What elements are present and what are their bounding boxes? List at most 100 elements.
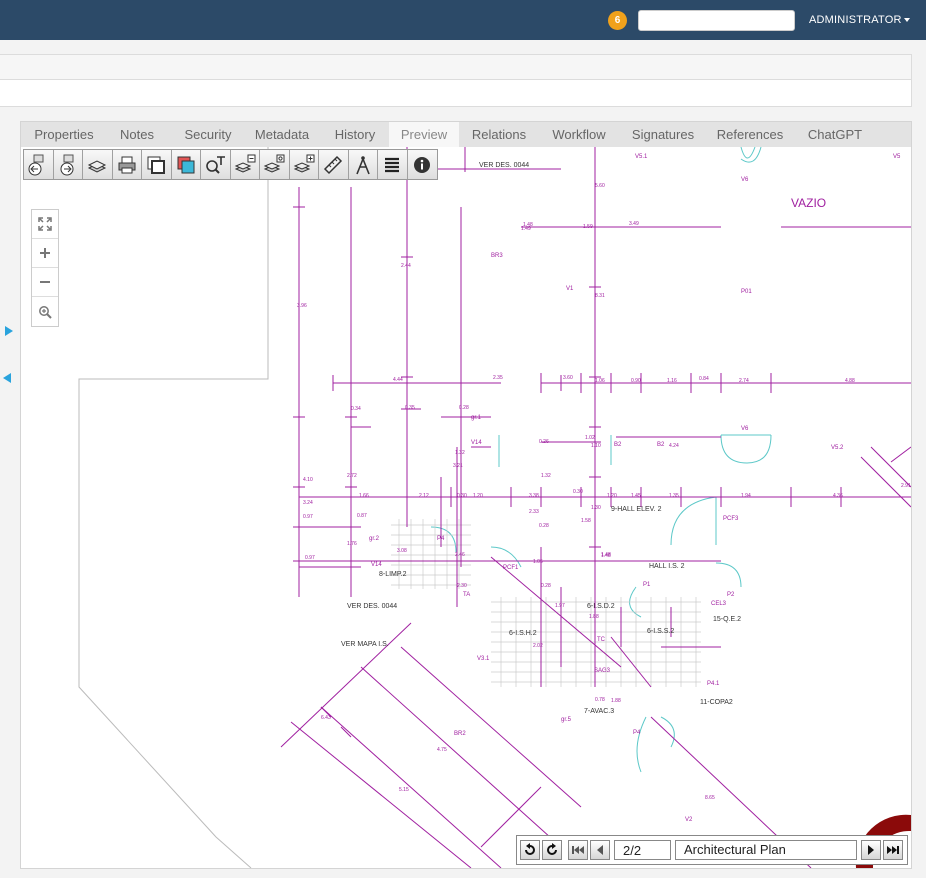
ruler-icon — [324, 155, 343, 174]
label-v6: V6 — [741, 426, 749, 432]
dim-label: 2.91 — [901, 483, 911, 489]
tab-properties[interactable]: Properties — [25, 122, 103, 147]
next-document-button[interactable] — [53, 150, 83, 179]
label-ta: TA — [463, 592, 470, 598]
label-b2-b: B2 — [657, 442, 665, 448]
tab-metadata[interactable]: Metadata — [247, 122, 317, 147]
dim-label: 3.21 — [453, 463, 463, 469]
text-search-button[interactable] — [201, 150, 231, 179]
label-v5: V5 — [893, 154, 901, 160]
dim-label: 3.49 — [629, 221, 639, 227]
notification-badge[interactable]: 6 — [608, 11, 627, 30]
measure-button[interactable] — [319, 150, 349, 179]
overlay-button[interactable] — [171, 150, 201, 179]
tab-signatures[interactable]: Signatures — [625, 122, 701, 147]
preview-viewer[interactable]: VAZIO VER DES. 0044 V5.1 V5 V6 BR3 V1 P0… — [21, 147, 911, 868]
label-tc: TC — [597, 637, 606, 643]
label-vazio: VAZIO — [791, 196, 826, 210]
layers-button[interactable] — [83, 150, 113, 179]
dim-label: 1.32 — [455, 450, 465, 456]
remove-layer-button[interactable] — [230, 150, 260, 179]
rotate-left-button[interactable] — [520, 840, 540, 860]
layer-settings-button[interactable] — [260, 150, 290, 179]
dim-label: 1.35 — [669, 493, 679, 499]
last-page-button[interactable] — [883, 840, 903, 860]
first-page-button[interactable] — [568, 840, 588, 860]
prev-document-button[interactable] — [24, 150, 54, 179]
dim-label: 1.16 — [667, 378, 677, 384]
tab-history[interactable]: History — [323, 122, 387, 147]
info-button[interactable] — [407, 150, 437, 179]
rotate-right-button[interactable] — [542, 840, 562, 860]
document-title-bar — [0, 80, 912, 107]
tab-preview[interactable]: Preview — [389, 122, 459, 147]
document-selector[interactable]: Architectural Plan — [675, 840, 857, 860]
dim-label: 4.24 — [669, 443, 679, 449]
layers-icon — [88, 159, 107, 173]
next-page-icon — [868, 845, 874, 855]
label-v1: V1 — [566, 286, 574, 292]
dim-label: 0.84 — [699, 376, 709, 382]
label-v3-1: V3.1 — [477, 656, 490, 662]
tab-notes[interactable]: Notes — [109, 122, 165, 147]
dim-label: 0.30 — [573, 489, 583, 495]
dim-label: 1.48 — [601, 552, 611, 558]
zoom-reset-button[interactable] — [32, 297, 58, 326]
zoom-out-button[interactable] — [32, 268, 58, 297]
dim-label: 1.88 — [611, 698, 621, 704]
tab-bar: Properties Notes Security Metadata Histo… — [21, 122, 911, 147]
dim-label: 8.31 — [595, 293, 605, 299]
tab-references[interactable]: References — [711, 122, 789, 147]
dim-label: 0.28 — [539, 523, 549, 529]
label-b2-a: B2 — [614, 442, 622, 448]
zoom-in-button[interactable] — [32, 239, 58, 268]
print-button[interactable] — [112, 150, 142, 179]
dim-label: 2.46 — [455, 552, 465, 558]
dim-label: 1.97 — [555, 603, 565, 609]
add-layer-button[interactable] — [289, 150, 319, 179]
global-search-input[interactable] — [638, 10, 795, 31]
prev-page-button[interactable] — [590, 840, 610, 860]
dim-label: 1.49 — [521, 226, 531, 232]
tab-workflow[interactable]: Workflow — [543, 122, 615, 147]
dim-label: 0.26 — [539, 439, 549, 445]
next-page-button[interactable] — [861, 840, 881, 860]
label-limp: 8-LIMP.2 — [379, 571, 407, 578]
user-menu[interactable]: ADMINISTRATOR — [809, 14, 910, 26]
fit-screen-button[interactable] — [32, 210, 58, 239]
dim-label: 1.59 — [583, 224, 593, 230]
label-ver-mapa: VER MAPA I.S. — [341, 641, 389, 648]
collapse-panel-icon[interactable] — [3, 373, 11, 383]
tab-security[interactable]: Security — [173, 122, 243, 147]
dim-label: 0.97 — [303, 514, 313, 520]
label-gr5: gr.5 — [561, 717, 572, 723]
zoom-in-icon — [40, 248, 50, 258]
text-search-icon — [206, 155, 226, 174]
list-button[interactable] — [378, 150, 408, 179]
dim-label: 4.10 — [303, 477, 313, 483]
label-v14: V14 — [471, 440, 482, 446]
label-copa: 11-COPA2 — [700, 699, 733, 706]
page-number-input[interactable] — [614, 840, 671, 860]
dim-label: 4.36 — [833, 493, 843, 499]
dim-label: 1.94 — [741, 493, 751, 499]
dim-label: 5.60 — [595, 183, 605, 189]
rotate-right-icon — [547, 843, 557, 855]
dim-label: 1.30 — [591, 505, 601, 511]
viewer-toolbar — [23, 149, 438, 180]
zoom-reset-icon — [39, 305, 52, 319]
dim-label: 2.72 — [347, 473, 357, 479]
tab-relations[interactable]: Relations — [463, 122, 535, 147]
label-p1: P1 — [643, 582, 651, 588]
label-iss: 6-I.S.S.2 — [647, 628, 674, 635]
dim-label: 3.96 — [297, 303, 307, 309]
tab-chatgpt[interactable]: ChatGPT — [801, 122, 869, 147]
prev-page-icon — [597, 845, 603, 855]
compass-button[interactable] — [348, 150, 378, 179]
dim-label: 5.15 — [399, 787, 409, 793]
expand-panel-icon[interactable] — [5, 326, 13, 336]
dim-label: 0.87 — [357, 513, 367, 519]
top-navbar: 6 ADMINISTRATOR — [0, 0, 926, 40]
dim-label: 1.20 — [473, 493, 483, 499]
window-button[interactable] — [142, 150, 172, 179]
